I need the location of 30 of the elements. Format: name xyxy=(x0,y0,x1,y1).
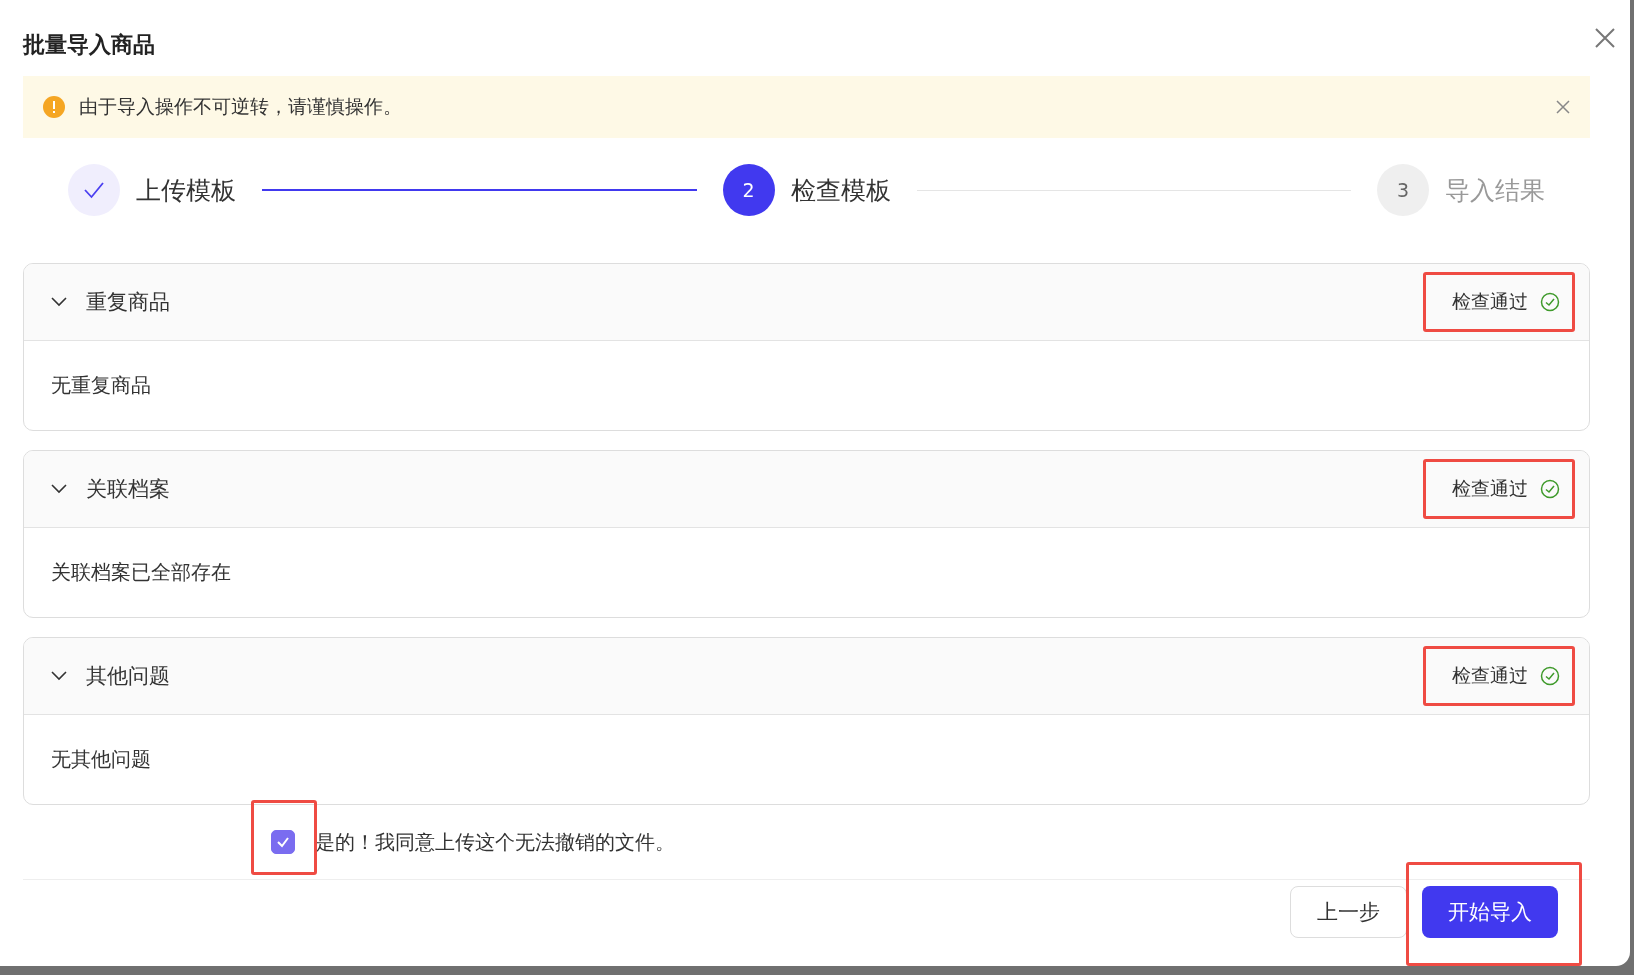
panel-header[interactable]: 其他问题 检查通过 xyxy=(24,638,1589,715)
close-icon[interactable] xyxy=(1594,27,1616,49)
check-status: 检查通过 xyxy=(1423,646,1575,706)
panel-text: 无其他问题 xyxy=(50,746,152,773)
start-import-button[interactable]: 开始导入 xyxy=(1422,886,1558,938)
panel-title: 重复商品 xyxy=(86,289,171,316)
check-circle-icon xyxy=(1540,666,1560,686)
check-circle-icon xyxy=(1540,479,1560,499)
step-indicator: 3 xyxy=(1377,164,1429,216)
check-circle-icon xyxy=(1540,292,1560,312)
check-status: 检查通过 xyxy=(1423,459,1575,519)
panel-text: 无重复商品 xyxy=(50,372,152,399)
step-label: 上传模板 xyxy=(136,174,236,207)
step-label: 导入结果 xyxy=(1445,174,1545,207)
checkbox[interactable] xyxy=(271,830,295,854)
panel-header[interactable]: 关联档案 检查通过 xyxy=(24,451,1589,528)
panel-title: 关联档案 xyxy=(86,476,171,503)
check-status: 检查通过 xyxy=(1423,272,1575,332)
step-label: 检查模板 xyxy=(790,174,891,207)
back-button[interactable]: 上一步 xyxy=(1290,886,1407,938)
step-indicator: 2 xyxy=(722,164,775,216)
agreement-label: 是的！我同意上传这个无法撤销的文件。 xyxy=(315,828,675,856)
dialog-title: 批量导入商品 xyxy=(23,31,155,59)
alert-text: 由于导入操作不可逆转，请谨慎操作。 xyxy=(79,94,403,119)
close-icon[interactable] xyxy=(1556,100,1570,114)
panel-text: 关联档案已全部存在 xyxy=(50,559,232,586)
panel-header[interactable]: 重复商品 检查通过 xyxy=(24,264,1589,341)
checkmark-icon xyxy=(276,835,290,849)
panel-title: 其他问题 xyxy=(86,663,171,690)
warning-icon xyxy=(43,96,65,118)
